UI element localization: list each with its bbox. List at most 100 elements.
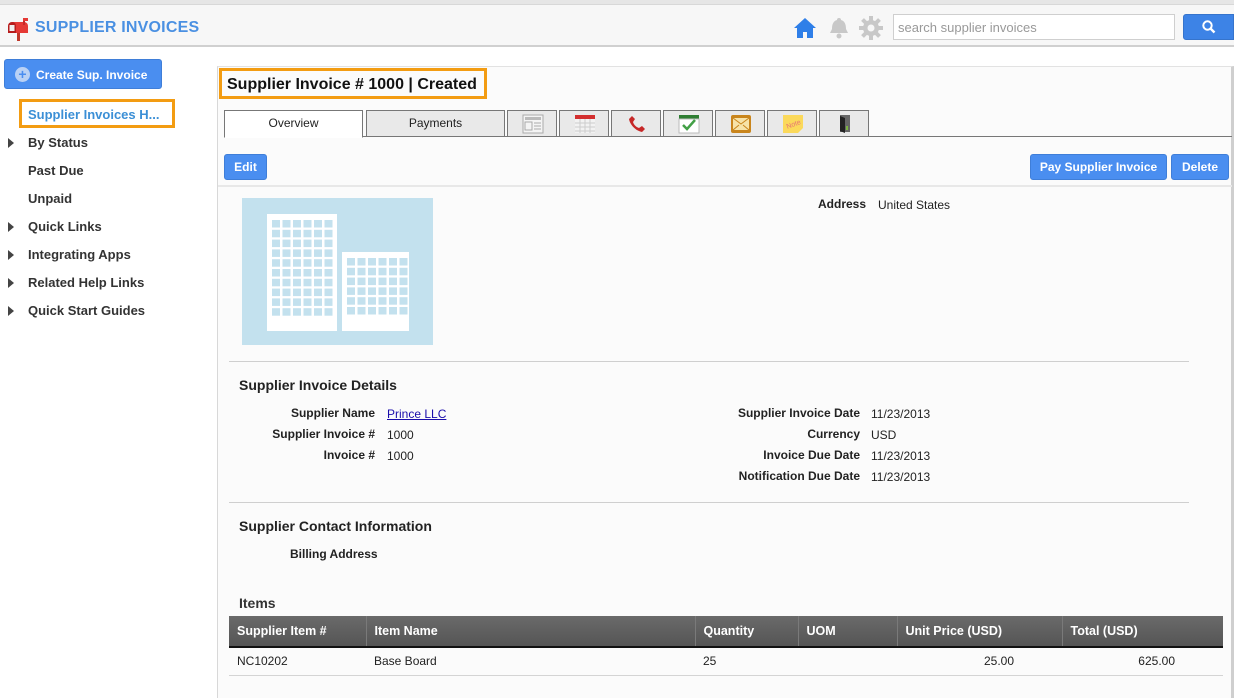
- expand-arrow-icon: [8, 278, 14, 288]
- section-divider: [229, 361, 1189, 362]
- tab-exit[interactable]: [819, 110, 869, 137]
- building-window: [378, 297, 387, 305]
- invoice-due-date-value: 11/23/2013: [871, 449, 931, 463]
- expand-arrow-icon: [8, 222, 14, 232]
- home-icon[interactable]: [792, 15, 818, 41]
- building-window: [293, 288, 301, 297]
- search-input[interactable]: [893, 14, 1175, 40]
- building-window: [293, 259, 301, 267]
- building-window: [368, 277, 376, 286]
- email-icon: [731, 115, 751, 133]
- building-window: [314, 288, 322, 297]
- tab-phone[interactable]: [611, 110, 661, 137]
- sidebar-item-past-due[interactable]: Past Due: [0, 162, 210, 182]
- sidebar-item-quick-links[interactable]: Quick Links: [0, 218, 210, 238]
- cell-unit-price: 25.00: [897, 647, 1062, 676]
- company-buildings-image: [242, 198, 433, 345]
- building-window: [324, 259, 333, 267]
- building-window: [303, 239, 312, 248]
- building-window: [357, 277, 366, 286]
- building-window: [324, 239, 333, 248]
- building-window: [282, 249, 291, 257]
- building-window: [347, 267, 355, 276]
- building-window: [282, 269, 291, 277]
- gear-icon[interactable]: [858, 15, 884, 41]
- sidebar-item-related-help-links[interactable]: Related Help Links: [0, 274, 210, 294]
- tab-payments[interactable]: Payments: [366, 110, 505, 137]
- building-window: [272, 239, 280, 248]
- supplier-invoice-date-label: Supplier Invoice Date: [737, 406, 860, 420]
- tab-overview[interactable]: Overview: [224, 110, 363, 138]
- address-value: United States: [878, 198, 951, 212]
- tab-news[interactable]: [507, 110, 557, 137]
- supplier-invoice-number-value: 1000: [387, 428, 414, 442]
- building-window: [314, 269, 322, 277]
- building-window: [272, 259, 280, 267]
- building-window: [378, 258, 387, 266]
- building-window: [272, 249, 280, 257]
- building-window: [293, 220, 301, 228]
- building-window: [303, 308, 312, 316]
- building-window: [303, 269, 312, 277]
- building-window: [324, 288, 333, 297]
- building-window: [347, 277, 355, 286]
- search-button[interactable]: [1183, 14, 1234, 40]
- col-header-supplier-item[interactable]: Supplier Item #: [229, 616, 367, 648]
- building-window: [389, 277, 397, 286]
- bell-icon[interactable]: [826, 15, 852, 41]
- col-header-unit-price[interactable]: Unit Price (USD): [897, 616, 1063, 648]
- sidebar-item-quick-start-guides[interactable]: Quick Start Guides: [0, 302, 210, 322]
- building-window: [272, 288, 280, 297]
- building-window: [399, 267, 408, 276]
- supplier-name-label: Supplier Name: [290, 406, 375, 420]
- pay-supplier-invoice-button[interactable]: Pay Supplier Invoice: [1030, 154, 1167, 180]
- building-window: [314, 278, 322, 287]
- page-title: Supplier Invoice # 1000 | Created: [219, 68, 487, 99]
- building-window: [357, 287, 366, 295]
- delete-button[interactable]: Delete: [1171, 154, 1229, 180]
- tab-tasks[interactable]: [663, 110, 713, 137]
- items-section-title: Items: [239, 595, 276, 611]
- supplier-invoice-number-label: Supplier Invoice #: [272, 427, 375, 441]
- building-window: [272, 278, 280, 287]
- tab-notes[interactable]: Note: [767, 110, 817, 137]
- tab-calendar[interactable]: [559, 110, 609, 137]
- col-header-uom[interactable]: UOM: [798, 616, 898, 648]
- building-window: [357, 307, 366, 315]
- cell-item-name: Base Board: [366, 647, 695, 676]
- sidebar-item-supplier-invoices-home[interactable]: Supplier Invoices H...: [19, 99, 175, 128]
- sidebar-item-by-status[interactable]: By Status: [0, 134, 210, 154]
- cell-quantity: 25: [695, 647, 798, 676]
- building-window: [293, 298, 301, 306]
- app-title: SUPPLIER INVOICES: [35, 19, 200, 36]
- supplier-name-link[interactable]: Prince LLC: [387, 407, 446, 421]
- sidebar-item-label: Integrating Apps: [28, 247, 131, 262]
- contact-section-title: Supplier Contact Information: [239, 518, 432, 534]
- sidebar-item-label: Past Due: [28, 163, 84, 178]
- tab-email[interactable]: [715, 110, 765, 137]
- items-table: Supplier Item # Item Name Quantity UOM U…: [229, 616, 1223, 676]
- building-window: [293, 269, 301, 277]
- building-window: [324, 269, 333, 277]
- sidebar-item-integrating-apps[interactable]: Integrating Apps: [0, 246, 210, 266]
- col-header-item-name[interactable]: Item Name: [366, 616, 696, 648]
- building-window: [293, 278, 301, 287]
- col-header-quantity[interactable]: Quantity: [695, 616, 799, 648]
- app-header: SUPPLIER INVOICES: [0, 4, 1234, 47]
- create-button-label: Create Sup. Invoice: [36, 68, 148, 82]
- edit-button[interactable]: Edit: [224, 154, 267, 180]
- expand-arrow-icon: [8, 250, 14, 260]
- building-window: [282, 278, 291, 287]
- building-window: [324, 298, 333, 306]
- sidebar-item-label: Quick Links: [28, 219, 102, 234]
- create-supplier-invoice-button[interactable]: + Create Sup. Invoice: [4, 59, 162, 89]
- col-header-total[interactable]: Total (USD): [1062, 616, 1223, 648]
- building-window: [282, 220, 291, 228]
- sidebar-item-unpaid[interactable]: Unpaid: [0, 190, 210, 210]
- building-window: [293, 308, 301, 316]
- sidebar-item-label: By Status: [28, 135, 88, 150]
- building-window: [399, 258, 408, 266]
- toolbar-divider: [218, 185, 1232, 187]
- building-window: [282, 298, 291, 306]
- note-icon: Note: [783, 115, 803, 133]
